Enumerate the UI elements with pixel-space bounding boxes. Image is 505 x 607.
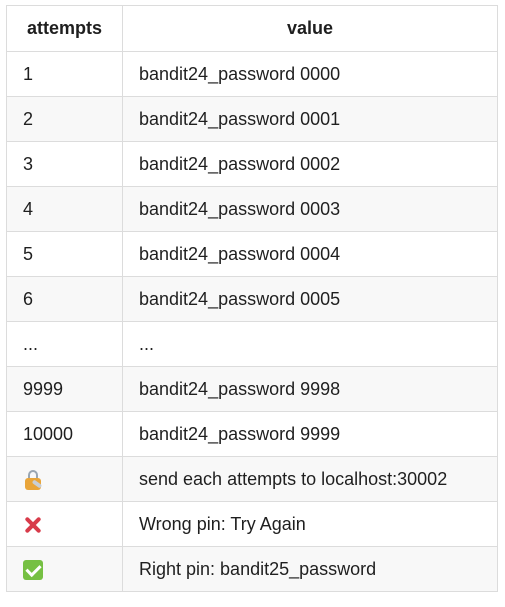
value-cell: bandit24_password 0004 bbox=[122, 231, 498, 277]
table-row: 10000 bandit24_password 9999 bbox=[6, 411, 498, 457]
value-cell: Right pin: bandit25_password bbox=[122, 546, 498, 592]
attempts-table: attempts value 1 bandit24_password 0000 … bbox=[6, 5, 498, 592]
icon-cell bbox=[6, 501, 123, 547]
header-value: value bbox=[122, 5, 498, 52]
value-cell: bandit24_password 0003 bbox=[122, 186, 498, 232]
value-cell: send each attempts to localhost:30002 bbox=[122, 456, 498, 502]
table-row: 5 bandit24_password 0004 bbox=[6, 231, 498, 277]
value-cell: bandit24_password 0002 bbox=[122, 141, 498, 187]
table-row: ... ... bbox=[6, 321, 498, 367]
attempt-cell: 3 bbox=[6, 141, 123, 187]
table-row: Right pin: bandit25_password bbox=[6, 546, 498, 592]
attempt-cell: 4 bbox=[6, 186, 123, 232]
value-cell: bandit24_password 0001 bbox=[122, 96, 498, 142]
attempt-cell: 10000 bbox=[6, 411, 123, 457]
table-row: 9999 bandit24_password 9998 bbox=[6, 366, 498, 412]
attempt-cell: 2 bbox=[6, 96, 123, 142]
header-attempts: attempts bbox=[6, 5, 123, 52]
value-cell: ... bbox=[122, 321, 498, 367]
value-cell: bandit24_password 9998 bbox=[122, 366, 498, 412]
table-row: 2 bandit24_password 0001 bbox=[6, 96, 498, 142]
check-mark-icon bbox=[23, 559, 43, 580]
table-row: 6 bandit24_password 0005 bbox=[6, 276, 498, 322]
attempt-cell: 6 bbox=[6, 276, 123, 322]
value-cell: Wrong pin: Try Again bbox=[122, 501, 498, 547]
value-cell: bandit24_password 9999 bbox=[122, 411, 498, 457]
table-wrapper: attempts value 1 bandit24_password 0000 … bbox=[6, 5, 498, 592]
cross-mark-icon bbox=[23, 515, 43, 535]
attempt-cell: 1 bbox=[6, 51, 123, 97]
table-header-row: attempts value bbox=[6, 5, 498, 52]
table-row: 3 bandit24_password 0002 bbox=[6, 141, 498, 187]
icon-cell bbox=[6, 456, 123, 502]
table-row: send each attempts to localhost:30002 bbox=[6, 456, 498, 502]
table-row: 1 bandit24_password 0000 bbox=[6, 51, 498, 97]
lock-with-key-icon bbox=[23, 469, 43, 490]
table-row: 4 bandit24_password 0003 bbox=[6, 186, 498, 232]
attempt-cell: 9999 bbox=[6, 366, 123, 412]
attempt-cell: 5 bbox=[6, 231, 123, 277]
value-cell: bandit24_password 0000 bbox=[122, 51, 498, 97]
attempt-cell: ... bbox=[6, 321, 123, 367]
value-cell: bandit24_password 0005 bbox=[122, 276, 498, 322]
table-row: Wrong pin: Try Again bbox=[6, 501, 498, 547]
icon-cell bbox=[6, 546, 123, 592]
